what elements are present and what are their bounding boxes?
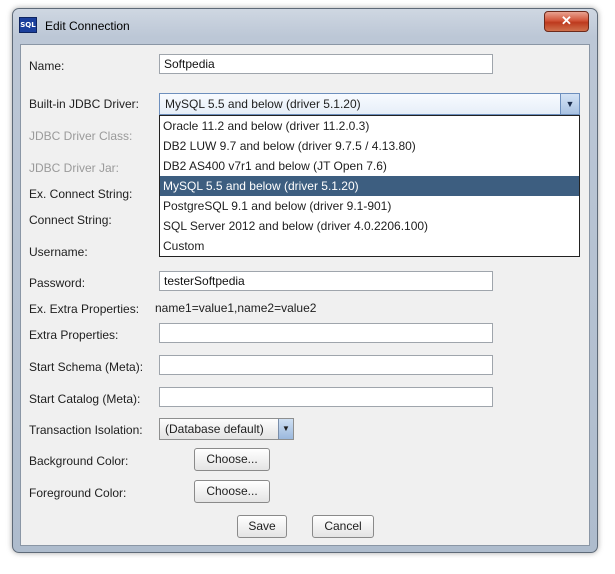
sql-app-icon: SQL [19, 17, 37, 33]
ex-connect-label: Ex. Connect String: [29, 187, 133, 201]
jdbc-driver-dropdown: Oracle 11.2 and below (driver 11.2.0.3) … [159, 115, 580, 257]
foreground-color-label: Foreground Color: [29, 486, 127, 500]
start-schema-field[interactable] [159, 355, 493, 375]
save-button[interactable]: Save [237, 515, 287, 538]
dialog-window: SQL Edit Connection ✕ Name: Softpedia Bu… [12, 8, 598, 553]
start-schema-label: Start Schema (Meta): [29, 360, 144, 374]
extra-properties-label: Extra Properties: [29, 328, 119, 342]
driver-jar-label: JDBC Driver Jar: [29, 161, 120, 175]
window-title: Edit Connection [45, 19, 130, 33]
extra-properties-field[interactable] [159, 323, 493, 343]
driver-option-custom[interactable]: Custom [160, 236, 579, 256]
background-choose-button[interactable]: Choose... [194, 448, 270, 471]
driver-class-label: JDBC Driver Class: [29, 129, 133, 143]
start-catalog-label: Start Catalog (Meta): [29, 392, 141, 406]
chevron-down-icon[interactable]: ▼ [278, 419, 293, 439]
ex-extra-value: name1=value1,name2=value2 [155, 301, 317, 315]
jdbc-driver-selected: MySQL 5.5 and below (driver 5.1.20) [165, 97, 361, 111]
driver-option-db2-luw[interactable]: DB2 LUW 9.7 and below (driver 9.7.5 / 4.… [160, 136, 579, 156]
driver-option-mysql[interactable]: MySQL 5.5 and below (driver 5.1.20) [160, 176, 579, 196]
background-color-label: Background Color: [29, 454, 129, 468]
username-label: Username: [29, 245, 88, 259]
name-label: Name: [29, 59, 65, 73]
title-bar[interactable]: SQL Edit Connection ✕ [13, 9, 597, 45]
isolation-label: Transaction Isolation: [29, 423, 143, 437]
connect-string-label: Connect String: [29, 213, 112, 227]
dialog-content: Name: Softpedia Built-in JDBC Driver: JD… [20, 44, 590, 546]
chevron-down-icon[interactable]: ▼ [560, 94, 579, 114]
ex-extra-label: Ex. Extra Properties: [29, 302, 140, 316]
driver-option-oracle[interactable]: Oracle 11.2 and below (driver 11.2.0.3) [160, 116, 579, 136]
cancel-button[interactable]: Cancel [312, 515, 374, 538]
driver-label: Built-in JDBC Driver: [29, 97, 140, 111]
foreground-choose-button[interactable]: Choose... [194, 480, 270, 503]
driver-option-sqlserver[interactable]: SQL Server 2012 and below (driver 4.0.22… [160, 216, 579, 236]
driver-option-db2-as400[interactable]: DB2 AS400 v7r1 and below (JT Open 7.6) [160, 156, 579, 176]
password-label: Password: [29, 276, 86, 290]
password-field[interactable]: testerSoftpedia [159, 271, 493, 291]
driver-option-postgresql[interactable]: PostgreSQL 9.1 and below (driver 9.1-901… [160, 196, 579, 216]
start-catalog-field[interactable] [159, 387, 493, 407]
isolation-value: (Database default) [165, 422, 264, 436]
isolation-select[interactable]: (Database default) ▼ [159, 418, 294, 440]
close-button[interactable]: ✕ [544, 11, 589, 32]
jdbc-driver-select[interactable]: MySQL 5.5 and below (driver 5.1.20) ▼ [159, 93, 580, 115]
name-field[interactable]: Softpedia [159, 54, 493, 74]
